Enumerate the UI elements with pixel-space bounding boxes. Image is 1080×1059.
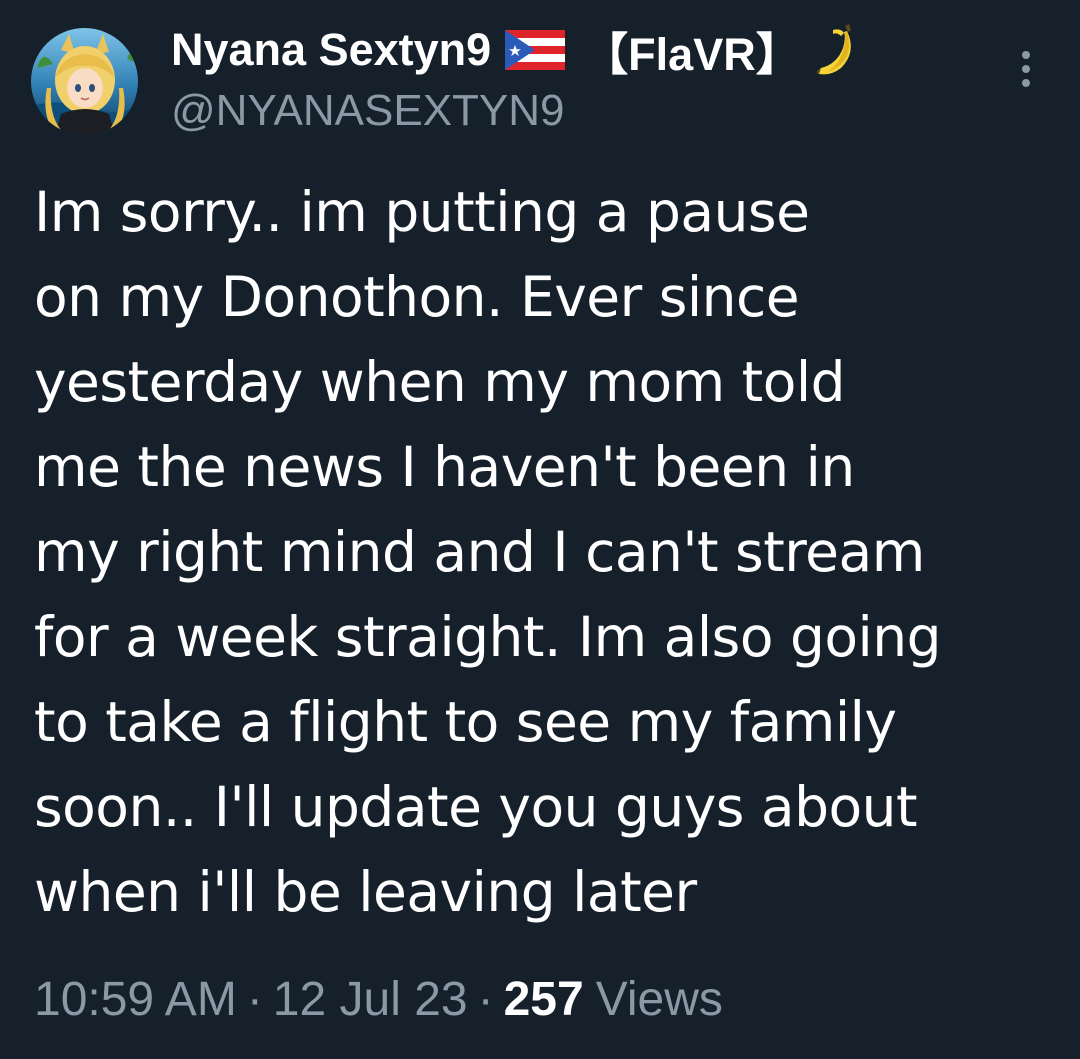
author-name-row[interactable]: Nyana Sextyn9 【FlaVR】 (171, 22, 861, 80)
views-label[interactable]: Views (596, 972, 723, 1027)
tweet-text: Im sorry.. im putting a pause on my Dono… (34, 180, 942, 924)
author-avatar[interactable] (31, 28, 138, 135)
tweet-card: Nyana Sextyn9 【FlaVR】 @NYANASEXTYN9 Im s… (0, 0, 1080, 1059)
puerto-rico-flag-icon (505, 30, 566, 70)
tweet-metadata: 10:59 AM · 12 Jul 23 · 257 Views (34, 972, 723, 1027)
tweet-time[interactable]: 10:59 AM (34, 972, 237, 1027)
separator-dot: · (246, 973, 263, 1026)
author-tag: 【FlaVR】 (583, 28, 801, 80)
more-options-icon[interactable] (1006, 46, 1046, 94)
banana-icon (811, 22, 861, 78)
author-handle[interactable]: @NYANASEXTYN9 (171, 86, 565, 136)
author-display-name: Nyana Sextyn9 (171, 24, 492, 75)
tweet-date[interactable]: 12 Jul 23 (273, 972, 468, 1027)
separator-dot: · (477, 973, 494, 1026)
views-count[interactable]: 257 (504, 972, 584, 1027)
